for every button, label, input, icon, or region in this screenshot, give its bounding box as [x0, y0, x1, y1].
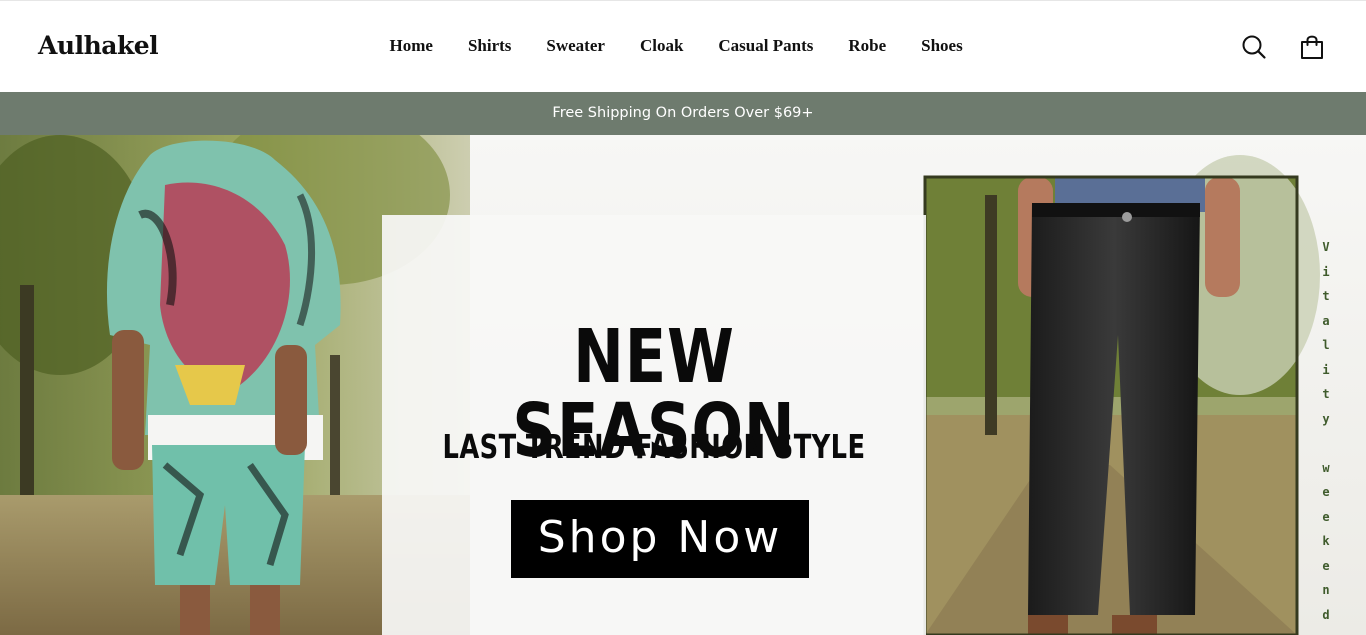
side-text-letter: d — [1322, 607, 1330, 622]
side-text-letter: i — [1322, 264, 1330, 279]
vertical-side-text: V i t a l i t y w e e k e n d — [1316, 235, 1336, 627]
side-text-letter: t — [1322, 289, 1330, 303]
nav-casual-pants[interactable]: Casual Pants — [701, 36, 831, 56]
side-text-letter — [1316, 431, 1336, 456]
side-text-letter: n — [1322, 583, 1330, 597]
site-header: Aulhakel Home Shirts Sweater Cloak Casua… — [0, 1, 1366, 92]
hero-banner: NEW SEASON LAST TREND FASHION STYLE Shop… — [0, 135, 1366, 635]
side-text-letter: y — [1322, 411, 1330, 426]
side-text-letter: w — [1322, 460, 1330, 475]
side-text-letter: e — [1322, 485, 1330, 499]
search-icon[interactable] — [1240, 33, 1268, 61]
nav-shirts[interactable]: Shirts — [450, 36, 528, 56]
nav-robe[interactable]: Robe — [831, 36, 904, 56]
main-nav: Home Shirts Sweater Cloak Casual Pants R… — [372, 36, 980, 56]
nav-sweater[interactable]: Sweater — [529, 36, 623, 56]
shopping-bag-icon[interactable] — [1298, 33, 1326, 61]
hero-subheadline: LAST TREND FASHION STYLE — [442, 427, 866, 466]
side-text-letter: V — [1322, 240, 1330, 254]
shop-now-button[interactable]: Shop Now — [511, 500, 809, 578]
side-text-letter: i — [1322, 362, 1330, 377]
side-text-letter: e — [1322, 509, 1330, 524]
brand-logo[interactable]: Aulhakel — [38, 31, 159, 60]
nav-shoes[interactable]: Shoes — [904, 36, 981, 56]
side-text-letter: l — [1322, 338, 1330, 352]
nav-home[interactable]: Home — [372, 36, 450, 56]
side-text-letter: e — [1322, 558, 1330, 573]
side-text-letter: k — [1322, 534, 1330, 548]
side-text-letter: t — [1322, 387, 1330, 401]
announcement-bar: Free Shipping On Orders Over $69+ — [0, 92, 1366, 135]
right-model-scene — [923, 155, 1320, 635]
nav-cloak[interactable]: Cloak — [622, 36, 700, 56]
side-text-letter: a — [1322, 313, 1330, 328]
